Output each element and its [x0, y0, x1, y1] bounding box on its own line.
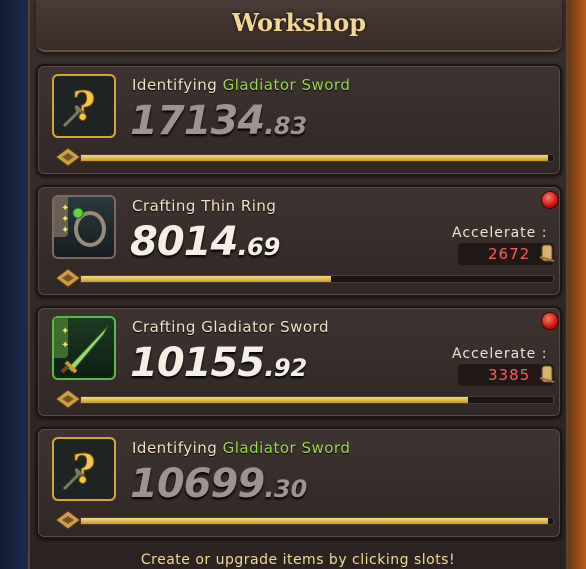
timer-main: 10699	[130, 461, 265, 507]
ring-item-icon: ✦ ✦ ✦	[52, 195, 116, 259]
question-mark-icon: ?	[62, 446, 96, 494]
svg-text:✦: ✦	[61, 225, 69, 236]
slot-item-name: Gladiator Sword	[222, 76, 351, 94]
progress-chevron-icon	[54, 509, 82, 531]
workshop-slot-3[interactable]: ✦ ✦ Crafting Gladiator Sword 10155.92 Ac…	[36, 306, 562, 418]
svg-text:✦: ✦	[61, 340, 69, 351]
progress-bar	[80, 517, 554, 525]
slot-item-name: Thin Ring	[201, 197, 277, 215]
slot-action: Identifying	[132, 76, 218, 94]
progress-chevron-icon	[54, 146, 82, 168]
scroll-currency-icon	[539, 244, 555, 262]
sword-icon: ✦ ✦	[60, 325, 109, 374]
accelerate-cost: 3385	[488, 366, 531, 384]
sword-item-icon: ✦ ✦	[52, 316, 116, 380]
timer-decimal: 83	[273, 112, 308, 140]
alert-indicator	[541, 191, 559, 209]
timer-main: 8014	[130, 219, 238, 265]
accelerate-label: Accelerate :	[452, 346, 548, 362]
scroll-currency-icon	[539, 365, 555, 383]
timer-main: 17134	[130, 98, 265, 144]
svg-text:✦: ✦	[61, 326, 69, 337]
ring-icon: ✦ ✦ ✦	[61, 203, 106, 247]
alert-indicator	[541, 312, 559, 330]
unknown-item-icon: ?	[52, 437, 116, 501]
timer-decimal: 92	[273, 354, 308, 382]
slot-action: Identifying	[132, 439, 218, 457]
slot-title: Identifying Gladiator Sword	[132, 439, 350, 457]
workshop-slot-2[interactable]: ✦ ✦ ✦ Crafting Thin Ring 8014.69 Acceler…	[36, 185, 562, 297]
svg-text:✦: ✦	[61, 203, 69, 214]
svg-text:?: ?	[72, 83, 95, 130]
header-bar: Workshop	[36, 0, 562, 52]
progress-chevron-icon	[54, 267, 82, 289]
progress-bar	[80, 154, 554, 162]
slot-item-name: Gladiator Sword	[222, 439, 351, 457]
progress-fill	[81, 155, 549, 161]
footer-hint: Create or upgrade items by clicking slot…	[140, 552, 456, 568]
accelerate-cost: 2672	[488, 245, 531, 263]
slot-timer: 8014.69	[130, 219, 281, 265]
slot-timer: 10155.92	[130, 340, 308, 386]
slot-timer: 17134.83	[130, 98, 308, 144]
timer-decimal: 69	[246, 233, 281, 261]
accelerate-button[interactable]: 2672	[458, 243, 555, 265]
workshop-slot-4[interactable]: ? Identifying Gladiator Sword 10699.30	[36, 427, 562, 539]
slot-action: Crafting	[132, 197, 196, 215]
accelerate-button[interactable]: 3385	[458, 364, 555, 386]
svg-text:?: ?	[72, 446, 95, 493]
slot-title: Crafting Gladiator Sword	[132, 318, 329, 336]
slot-title: Crafting Thin Ring	[132, 197, 276, 215]
progress-fill	[81, 518, 549, 524]
accelerate-label: Accelerate :	[452, 225, 548, 241]
progress-chevron-icon	[54, 388, 82, 410]
progress-fill	[81, 397, 469, 403]
unknown-item-icon: ?	[52, 74, 116, 138]
slot-title: Identifying Gladiator Sword	[132, 76, 350, 94]
progress-bar	[80, 396, 554, 404]
workshop-panel: Workshop ? Identifying Gladiator Sword 1…	[28, 0, 568, 569]
workshop-slot-1[interactable]: ? Identifying Gladiator Sword 17134.83	[36, 64, 562, 176]
slot-item-name: Gladiator Sword	[201, 318, 329, 336]
workshop-title: Workshop	[231, 8, 367, 37]
progress-bar	[80, 275, 554, 283]
progress-fill	[81, 276, 332, 282]
slot-action: Crafting	[132, 318, 196, 336]
question-mark-icon: ?	[62, 83, 96, 131]
timer-main: 10155	[130, 340, 265, 386]
svg-text:✦: ✦	[61, 214, 69, 225]
timer-decimal: 30	[273, 475, 308, 503]
slot-timer: 10699.30	[130, 461, 308, 507]
